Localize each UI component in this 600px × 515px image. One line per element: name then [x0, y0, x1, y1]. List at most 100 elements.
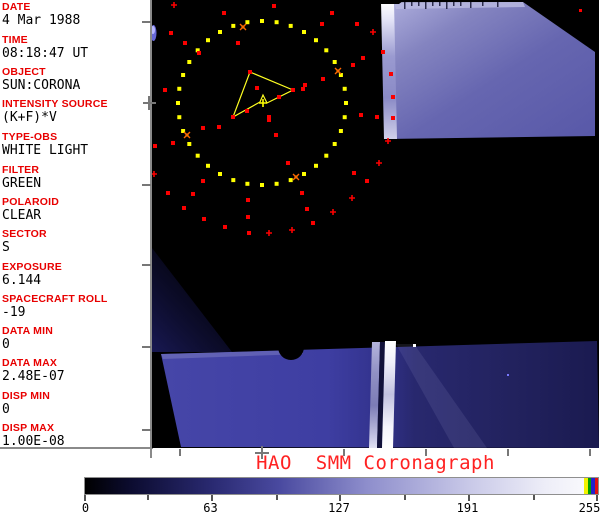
ring-dot	[260, 19, 264, 23]
ring-dot	[245, 181, 250, 186]
field-label: OBJECT	[2, 66, 46, 78]
red-dot	[236, 41, 240, 45]
field-value: 4 Mar 1988	[2, 13, 81, 28]
red-dot	[355, 22, 359, 26]
ring-dot	[181, 73, 186, 77]
field-label: FILTER	[2, 164, 40, 176]
field-label: TIME	[2, 34, 28, 46]
red-dot	[171, 141, 175, 145]
red-dot	[330, 11, 334, 15]
ring-dot	[324, 48, 329, 53]
red-dot	[182, 206, 186, 210]
field-label: SPACECRAFT ROLL	[2, 293, 108, 305]
ring-dot	[177, 86, 182, 91]
sidebar-bottom-rule	[0, 447, 153, 449]
ring-dot	[314, 163, 318, 168]
field-value: 6.144	[2, 273, 42, 288]
red-dot	[183, 41, 187, 45]
ring-dot	[187, 60, 192, 64]
metadata-field-disp-min: DISP MIN 0	[2, 391, 148, 418]
ring-dot	[314, 38, 318, 43]
red-dot	[381, 50, 385, 54]
image-title: HAO SMM Coronagraph	[256, 452, 495, 474]
red-dot	[246, 198, 250, 202]
colorbar-plot-color-stripe	[591, 478, 595, 494]
ring-dot	[274, 181, 279, 186]
red-dot	[247, 231, 251, 235]
red-dot	[375, 115, 379, 119]
metadata-field-intensity-source: INTENSITY SOURCE (K+F)*V	[2, 98, 148, 126]
field-value: -19	[2, 305, 26, 320]
field-value: 08:18:47 UT	[2, 46, 89, 61]
metadata-field-type-obs: TYPE-OBS WHITE LIGHT	[2, 132, 148, 159]
metadata-field-sector: SECTOR S	[2, 229, 148, 256]
field-value: WHITE LIGHT	[2, 143, 89, 158]
ring-dot	[176, 101, 180, 105]
axis-tick	[142, 21, 151, 23]
colorbar-tick	[532, 495, 535, 500]
ring-dot	[274, 20, 279, 25]
red-dot	[231, 115, 235, 119]
bright-point	[579, 9, 582, 12]
field-label: INTENSITY SOURCE	[2, 98, 108, 110]
colorbar-tick	[275, 495, 278, 500]
red-dot	[246, 215, 250, 219]
ring-dot	[332, 60, 337, 64]
ring-dot	[218, 30, 222, 34]
axis-tick	[148, 96, 150, 110]
bright-point	[507, 374, 509, 376]
field-label: POLAROID	[2, 196, 60, 208]
red-dot	[272, 4, 276, 8]
frame-lower-notch	[278, 334, 304, 360]
red-dot	[201, 179, 205, 183]
metadata-field-date: DATE 4 Mar 1988	[2, 2, 148, 29]
ring-dot	[302, 172, 306, 176]
ring-dot	[195, 153, 200, 158]
red-dot	[248, 70, 252, 74]
red-dot	[277, 95, 281, 99]
red-dot	[305, 207, 309, 211]
axis-tick	[142, 429, 151, 431]
red-dot	[267, 118, 271, 122]
red-dot	[391, 95, 395, 99]
red-dot	[320, 22, 324, 26]
ring-dot	[177, 115, 182, 120]
colorbar-plot-color-stripe	[588, 478, 591, 494]
colorbar-plot-color-stripe	[584, 478, 588, 494]
red-dot	[291, 88, 295, 92]
red-dot	[197, 51, 201, 55]
field-label: DATA MAX	[2, 357, 58, 369]
ring-dot	[332, 142, 337, 146]
field-value: SUN:CORONA	[2, 78, 81, 93]
red-dot	[245, 109, 249, 113]
field-value: 0	[2, 337, 10, 352]
colorbar-tick-label: 0	[81, 501, 90, 515]
red-dot	[321, 77, 325, 81]
colorbar-tick-label: 255	[578, 501, 600, 515]
field-label: DATA MIN	[2, 325, 53, 337]
ring-dot	[342, 86, 347, 91]
red-dot	[223, 225, 227, 229]
colorbar-tick	[147, 495, 150, 500]
ring-dot	[206, 38, 210, 43]
colorbar-tick-label: 127	[328, 501, 350, 515]
coronagraph-svg	[152, 0, 599, 448]
red-dot	[351, 63, 355, 67]
metadata-field-data-min: DATA MIN 0	[2, 325, 148, 353]
field-value: 0	[2, 402, 10, 417]
ring-dot	[288, 178, 293, 183]
colorbar-tick	[404, 495, 407, 500]
field-label: EXPOSURE	[2, 261, 62, 273]
metadata-field-data-max: DATA MAX 2.48E-07	[2, 357, 148, 385]
red-dot	[300, 191, 304, 195]
red-dot	[359, 113, 363, 117]
ring-dot	[344, 101, 348, 105]
metadata-field-polaroid: POLAROID CLEAR	[2, 196, 148, 224]
metadata-field-exposure: EXPOSURE 6.144	[2, 261, 148, 289]
axis-tick	[142, 346, 151, 348]
ring-dot	[218, 172, 222, 176]
red-dot	[303, 83, 307, 87]
ring-dot	[231, 23, 236, 28]
red-dot	[201, 126, 205, 130]
axis-tick	[142, 184, 151, 186]
